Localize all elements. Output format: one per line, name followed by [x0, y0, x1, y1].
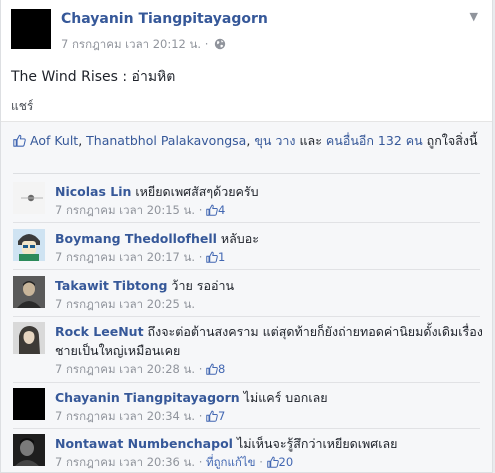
like-thumb-icon[interactable] — [206, 363, 218, 375]
comment-divider — [13, 316, 480, 317]
commenter-name[interactable]: Boymang Thedollofhell — [55, 231, 217, 246]
commenter-avatar[interactable] — [13, 229, 45, 261]
comment-meta: 7 กรกฎาคม เวลา 20:15 น. · 4 — [55, 203, 226, 217]
likes-and: และ — [295, 133, 326, 148]
comment-like-count[interactable]: 1 — [218, 250, 225, 264]
post-meta: 7 กรกฎาคม เวลา 20:12 น. · — [61, 36, 226, 54]
comment-body: Chayanin Tiangpitayagorn ไม่แคร์ บอกเลย … — [55, 388, 483, 426]
commenter-name[interactable]: Chayanin Tiangpitayagorn — [55, 390, 240, 405]
comment-text: หลับอะ — [220, 231, 259, 246]
commenter-name[interactable]: Nicolas Lin — [55, 184, 131, 199]
likes-summary: Aof Kult, Thanatbhol Palakavongsa, ขุน ว… — [13, 132, 483, 149]
share-button[interactable]: แชร์ — [11, 97, 33, 116]
comment-divider — [13, 269, 480, 270]
comment-body: Nicolas Lin เหยียดเพศสัสๆด้วยครับ 7 กรกฎ… — [55, 182, 483, 220]
commenter-name[interactable]: Nontawat Numbenchapol — [55, 436, 233, 451]
commenter-avatar[interactable] — [13, 182, 45, 214]
comment-timestamp[interactable]: 7 กรกฎาคม เวลา 20:36 น. — [55, 455, 195, 469]
commenter-avatar[interactable] — [13, 434, 45, 466]
comment-like-count[interactable]: 8 — [218, 362, 225, 376]
comment-divider — [13, 382, 480, 383]
post-options-chevron-icon[interactable]: ▼ — [470, 10, 478, 23]
comment-meta: 7 กรกฎาคม เวลา 20:17 น. · 1 — [55, 250, 226, 264]
divider — [13, 173, 480, 174]
comment-text: ไม่แคร์ บอกเลย — [243, 390, 328, 405]
like-thumb-icon[interactable] — [206, 204, 218, 216]
comment-meta: 7 กรกฎาคม เวลา 20:25 น. — [55, 295, 483, 314]
commenter-avatar[interactable] — [13, 276, 45, 308]
commenter-avatar[interactable] — [13, 322, 45, 354]
comment-timestamp[interactable]: 7 กรกฎาคม เวลา 20:17 น. — [55, 250, 195, 264]
like-thumb-icon[interactable] — [206, 251, 218, 263]
comment-timestamp[interactable]: 7 กรกฎาคม เวลา 20:15 น. — [55, 203, 195, 217]
like-thumb-icon[interactable] — [266, 456, 279, 468]
liker-link[interactable]: Thanatbhol Palakavongsa — [86, 133, 246, 148]
comment-text: เหยียดเพศสัสๆด้วยครับ — [135, 184, 259, 199]
likes-suffix: ถูกใจสิ่งนี้ — [422, 133, 478, 148]
comment-text: ไม่เห็นจะรู้สึกว่าเหยียดเพศเลย — [236, 436, 398, 451]
edited-label[interactable]: ที่ถูกแก้ไข — [206, 455, 256, 469]
post-text: The Wind Rises : อ่ามหิต — [11, 69, 176, 85]
comment-body: Nontawat Numbenchapol ไม่เห็นจะรู้สึกว่า… — [55, 434, 483, 472]
comment-like-count[interactable]: 7 — [218, 409, 225, 423]
commenter-name[interactable]: Rock LeeNut — [55, 324, 144, 339]
post-timestamp[interactable]: 7 กรกฎาคม เวลา 20:12 น. — [61, 37, 201, 51]
facebook-post-card: Chayanin Tiangpitayagorn 7 กรกฎาคม เวลา … — [0, 0, 493, 473]
liker-link[interactable]: ขุน วาง — [254, 133, 295, 148]
meta-dot: · — [204, 37, 209, 51]
commenter-name[interactable]: Takawit Tibtong — [55, 278, 167, 293]
comment-timestamp[interactable]: 7 กรกฎาคม เวลา 20:25 น. — [55, 297, 195, 311]
author-avatar[interactable] — [11, 9, 51, 49]
comment-timestamp[interactable]: 7 กรกฎาคม เวลา 20:28 น. — [55, 362, 195, 376]
comment-meta: 7 กรกฎาคม เวลา 20:34 น. · 7 — [55, 409, 226, 423]
commenter-avatar[interactable] — [13, 388, 45, 420]
comment-body: Boymang Thedollofhell หลับอะ 7 กรกฎาคม เ… — [55, 229, 483, 267]
comment-timestamp[interactable]: 7 กรกฎาคม เวลา 20:34 น. — [55, 409, 195, 423]
comment-like-count[interactable]: 20 — [279, 455, 294, 469]
post-author-name[interactable]: Chayanin Tiangpitayagorn — [61, 11, 268, 27]
comment-body: Takawit Tibtong ว้าย รออ่าน 7 กรกฎาคม เว… — [55, 276, 483, 314]
like-thumb-icon[interactable] — [206, 410, 218, 422]
globe-icon[interactable] — [214, 38, 226, 50]
others-likers-link[interactable]: คนอื่นอีก 132 คน — [326, 133, 423, 148]
liker-link[interactable]: Aof Kult — [30, 133, 78, 148]
comment-like-count[interactable]: 4 — [218, 203, 225, 217]
like-thumb-icon — [13, 134, 26, 147]
liker-sep: , — [78, 133, 87, 148]
comment-meta: 7 กรกฎาคม เวลา 20:36 น. · ที่ถูกแก้ไข · … — [55, 455, 294, 469]
comment-meta: 7 กรกฎาคม เวลา 20:28 น. · 8 — [55, 362, 226, 376]
comment-text: ว้าย รออ่าน — [171, 278, 235, 293]
comment-divider — [13, 222, 480, 223]
comment-body: Rock LeeNut ถึงจะต่อต้านสงคราม แต่สุดท้า… — [55, 322, 483, 379]
comment-divider — [13, 428, 480, 429]
